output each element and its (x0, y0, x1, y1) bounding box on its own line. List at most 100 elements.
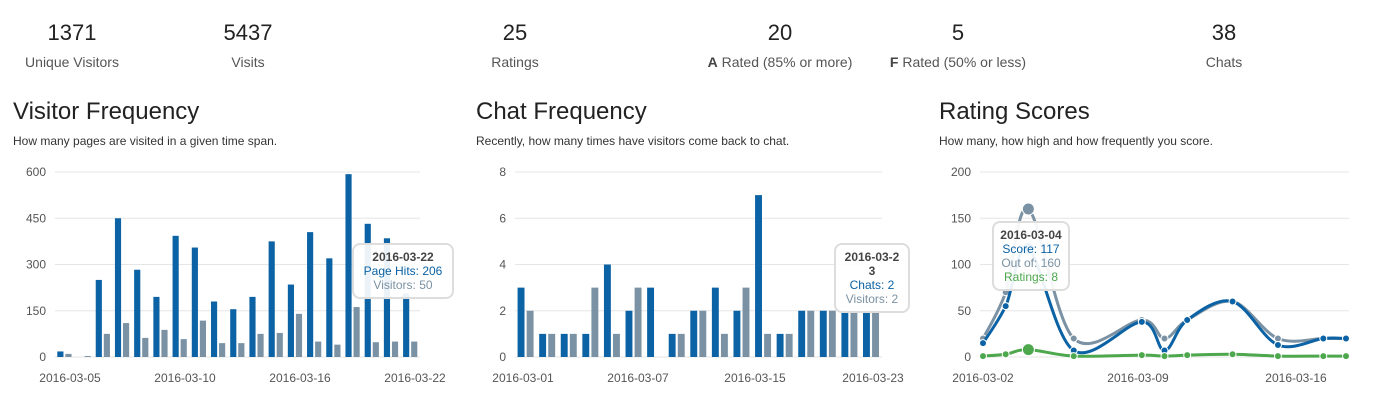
stat-visits: 5437 Visits (218, 18, 278, 70)
y-tick-label: 450 (26, 211, 46, 225)
stat-ratings: 25 Ratings (485, 18, 545, 70)
stat-value: 1371 (47, 20, 97, 45)
stat-label: Ratings (491, 54, 539, 70)
chat-frequency-title: Chat Frequency (476, 98, 647, 125)
tooltip-title: 2016-03-22 (372, 250, 434, 264)
x-tick-label: 2016-03-16 (269, 371, 331, 385)
bar-primary (191, 247, 198, 357)
tooltip-title: 2016-03-04 (1000, 228, 1062, 242)
bar-primary (582, 333, 590, 357)
series-point (1319, 352, 1328, 361)
chat-frequency-subtitle: Recently, how many times have visitors c… (476, 134, 790, 148)
bar-primary (690, 310, 698, 357)
bar-secondary (850, 310, 858, 357)
bar-secondary (180, 339, 187, 357)
bar-secondary (295, 313, 303, 357)
bar-primary (863, 310, 870, 357)
bar-secondary (142, 337, 149, 357)
bar-secondary (411, 341, 418, 357)
x-tick-label: 2016-03-15 (724, 371, 786, 385)
bar-primary (210, 301, 218, 357)
bar-secondary (720, 333, 728, 357)
bar-primary (539, 333, 547, 357)
stat-value: 38 (1211, 20, 1237, 45)
bar-secondary (613, 333, 620, 357)
y-tick-label: 200 (951, 165, 971, 179)
bar-secondary (84, 356, 91, 357)
y-tick-label: 100 (951, 258, 971, 272)
bar-primary (134, 269, 141, 357)
stat-unique-visitors: 1371 Unique Visitors (20, 18, 124, 70)
stat-label: F Rated (50% or less) (889, 54, 1027, 70)
tooltip-visitors: Visitors: 2 (845, 292, 899, 306)
visitor-frequency-subtitle: How many pages are visited in a given ti… (13, 134, 278, 148)
bar-secondary (828, 310, 836, 357)
series-point (1183, 351, 1192, 360)
bar-primary (230, 309, 237, 357)
stat-value: 20 (767, 20, 793, 45)
bar-primary (345, 174, 352, 357)
bar-secondary (526, 310, 534, 357)
bar-secondary (334, 344, 341, 357)
tooltip-score: Score: 117 (1002, 242, 1060, 256)
series-point (1319, 334, 1328, 343)
y-tick-label: 150 (951, 211, 971, 225)
bar-secondary (103, 333, 110, 357)
tooltip-visitors: Visitors: 50 (373, 278, 433, 292)
series-point (1021, 202, 1035, 216)
bar-primary (326, 258, 333, 357)
visitor-frequency-title: Visitor Frequency (13, 98, 200, 125)
y-tick-label: 2 (499, 304, 506, 318)
tooltip-title: 2016-03-23 (844, 250, 900, 278)
tooltip-ratings: Ratings: 8 (1003, 270, 1059, 284)
stat-value: 5437 (223, 20, 273, 45)
series-point (1021, 343, 1035, 357)
stat-label: A Rated (85% or more) (707, 54, 853, 70)
bar-secondary (123, 323, 130, 357)
bar-secondary (785, 333, 793, 357)
bar-primary (819, 310, 827, 357)
bar-primary (153, 296, 160, 357)
stat-label: Visits (231, 54, 265, 70)
series-point (979, 352, 987, 361)
series-point (979, 339, 987, 348)
x-tick-label: 2016-03-07 (607, 371, 669, 385)
x-tick-label: 2016-03-22 (384, 371, 446, 385)
bar-secondary (634, 287, 642, 357)
stat-f-rated: 5 F Rated (50% or less) (883, 18, 1033, 70)
bar-primary (625, 310, 633, 357)
bar-secondary (677, 333, 685, 357)
bar-primary (841, 310, 849, 357)
y-tick-label: 0 (39, 350, 46, 364)
x-tick-label: 2016-03-01 (492, 371, 554, 385)
bar-secondary (548, 333, 556, 357)
series-point (1273, 352, 1282, 361)
visitor-tooltip: 2016-03-22 Page Hits: 206 Visitors: 50 (352, 243, 454, 299)
stat-label: Unique Visitors (25, 54, 119, 70)
bar-primary (517, 287, 525, 357)
y-tick-label: 50 (958, 304, 972, 318)
stat-value: 25 (502, 20, 528, 45)
bar-primary (733, 310, 741, 357)
x-tick-label: 2016-03-16 (1265, 371, 1327, 385)
series-point (1160, 334, 1169, 343)
stat-chats: 38 Chats (1194, 18, 1254, 70)
x-tick-label: 2016-03-05 (39, 371, 101, 385)
bar-secondary (65, 353, 72, 357)
bar-primary (249, 296, 256, 357)
bar-primary (711, 287, 719, 357)
bar-secondary (807, 310, 815, 357)
bar-secondary (257, 333, 264, 357)
series-point (1137, 351, 1146, 360)
bar-secondary (872, 310, 879, 357)
tooltip-chats: Chats: 2 (849, 278, 895, 292)
bar-secondary (391, 341, 399, 357)
bar-primary (172, 235, 179, 357)
x-tick-label: 2016-03-02 (952, 371, 1014, 385)
bar-secondary (199, 320, 206, 357)
y-tick-label: 4 (499, 258, 506, 272)
series-point (1137, 317, 1146, 326)
tooltip-page-hits: Page Hits: 206 (363, 264, 443, 278)
bar-secondary (591, 287, 599, 357)
bar-primary (268, 241, 275, 357)
